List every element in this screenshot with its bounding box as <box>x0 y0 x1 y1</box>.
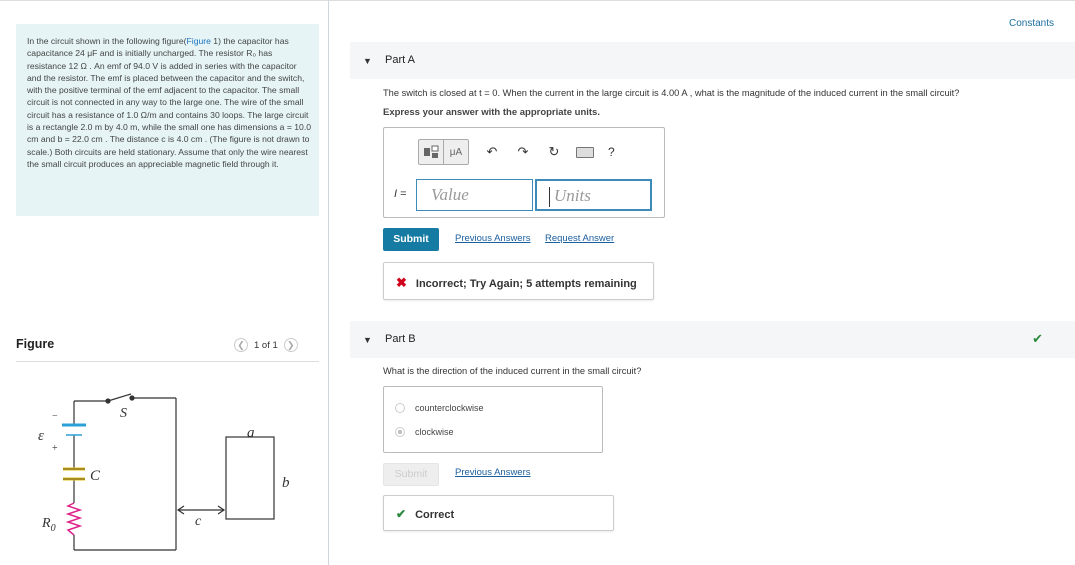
part-a-feedback: ✖ Incorrect; Try Again; 5 attempts remain… <box>383 262 654 300</box>
emf-battery <box>62 423 86 436</box>
part-a-previous-answers-link[interactable]: Previous Answers <box>455 233 531 244</box>
templates-icon <box>424 145 439 158</box>
problem-text-rest: 1) the capacitor has capacitance 24 μF a… <box>27 36 311 169</box>
template-buttons: μA <box>418 139 469 165</box>
collapse-triangle-icon[interactable]: ▼ <box>363 335 372 345</box>
figure-title: Figure <box>16 337 55 351</box>
part-b-header[interactable]: ▼ Part B ✔ <box>350 321 1075 358</box>
top-border <box>0 0 1075 1</box>
request-answer-link[interactable]: Request Answer <box>545 233 614 244</box>
capacitor-label: C <box>90 468 101 484</box>
capacitor <box>63 467 85 481</box>
choice-list: counterclockwise clockwise <box>383 386 603 453</box>
emf-minus-label: − <box>52 411 58 422</box>
part-a-question: The switch is closed at t = 0. When the … <box>383 88 960 98</box>
collapse-triangle-icon[interactable]: ▼ <box>363 56 372 66</box>
keyboard-icon[interactable] <box>576 146 594 158</box>
next-figure-button[interactable]: ❯ <box>283 338 298 352</box>
problem-text-start: In the circuit shown in the following fi… <box>27 36 187 46</box>
units-button[interactable]: μA <box>443 140 468 164</box>
part-b-feedback-text: Correct <box>415 509 455 521</box>
figure-pager: ❮ 1 of 1 ❯ <box>234 338 298 352</box>
dimension-a-label: a <box>247 425 255 441</box>
part-a-label: Part A <box>385 54 415 66</box>
radio-button-selected[interactable] <box>395 427 405 437</box>
choice-clockwise[interactable]: clockwise <box>395 427 454 437</box>
completed-check-icon: ✔ <box>1032 331 1043 346</box>
correct-check-icon: ✔ <box>396 507 407 521</box>
choice-counterclockwise[interactable]: counterclockwise <box>395 403 484 413</box>
part-b-submit-button: Submit <box>383 463 439 486</box>
distance-c-label: c <box>195 514 202 529</box>
part-a-header[interactable]: ▼ Part A <box>350 42 1075 79</box>
figure-link[interactable]: Figure <box>187 36 211 46</box>
emf-label: ε <box>38 428 44 444</box>
units-input[interactable]: Units <box>535 179 652 211</box>
radio-button[interactable] <box>395 403 405 413</box>
part-b-question: What is the direction of the induced cur… <box>383 366 642 376</box>
reset-icon[interactable]: ↻ <box>546 144 562 160</box>
math-toolbar: μA ↶ ↷ ↻ ? <box>418 139 615 165</box>
constants-link[interactable]: Constants <box>1009 18 1054 29</box>
resistor-label: R0 <box>41 516 56 534</box>
figure-page-count: 1 of 1 <box>254 339 278 351</box>
part-b-feedback: ✔ Correct <box>383 495 614 531</box>
help-icon[interactable]: ? <box>608 145 615 159</box>
pane-divider <box>328 0 329 565</box>
figure-rule <box>16 361 319 362</box>
circuit-figure: ε − + S C R0 a b c <box>38 393 290 551</box>
answer-box: μA ↶ ↷ ↻ ? I = Value Units <box>383 127 665 218</box>
input-label: I = <box>394 188 407 200</box>
dimension-b-label: b <box>282 475 290 491</box>
switch-pivot <box>105 398 111 404</box>
part-b-label: Part B <box>385 333 416 345</box>
redo-icon[interactable]: ↷ <box>515 144 531 160</box>
part-a-submit-button[interactable]: Submit <box>383 228 439 251</box>
undo-icon[interactable]: ↶ <box>484 144 500 160</box>
problem-statement: In the circuit shown in the following fi… <box>16 24 319 216</box>
incorrect-icon: ✖ <box>396 275 407 290</box>
value-input[interactable]: Value <box>416 179 533 211</box>
templates-button[interactable] <box>419 140 443 164</box>
switch-contact <box>129 395 135 401</box>
part-b-previous-answers-link[interactable]: Previous Answers <box>455 467 531 478</box>
emf-plus-label: + <box>52 443 58 454</box>
resistor <box>65 502 83 536</box>
switch-label: S <box>120 406 127 421</box>
prev-figure-button[interactable]: ❮ <box>234 338 248 352</box>
part-a-instruction: Express your answer with the appropriate… <box>383 107 600 118</box>
text-caret <box>549 187 550 208</box>
part-a-feedback-text: Incorrect; Try Again; 5 attempts remaini… <box>415 278 637 290</box>
